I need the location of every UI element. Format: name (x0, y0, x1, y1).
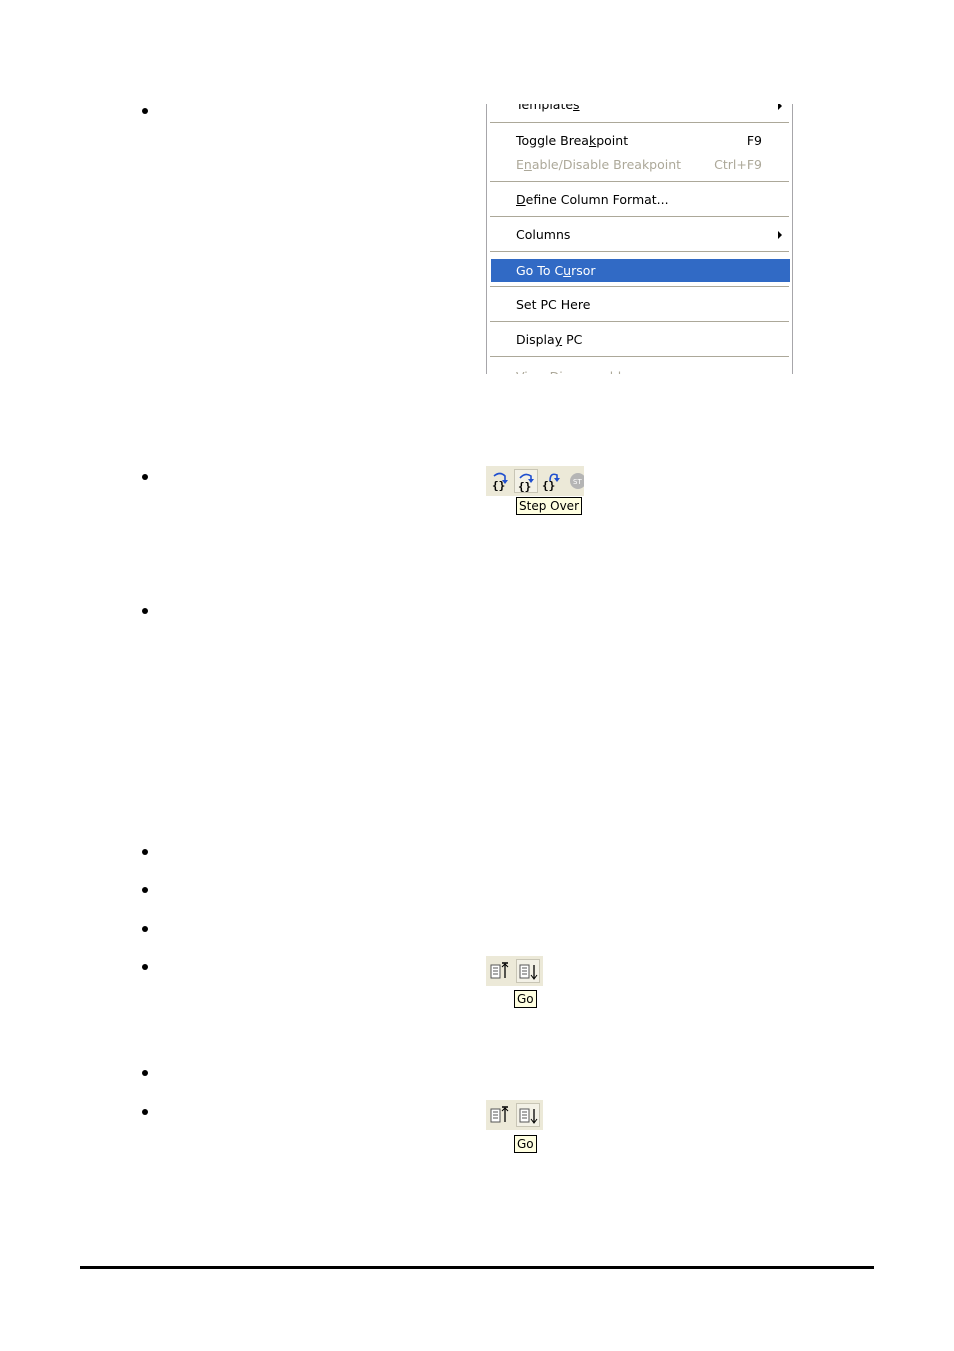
step-into-button[interactable]: {} (488, 469, 512, 493)
context-menu: Templates Toggle Breakpoint F9 Enable/Di… (486, 104, 793, 374)
menu-separator (490, 321, 789, 322)
menu-separator (490, 181, 789, 182)
step-out-icon: {} (542, 473, 560, 491)
tooltip: Go (514, 990, 537, 1008)
bullet (142, 474, 148, 480)
bullet (142, 926, 148, 932)
bullet (142, 108, 148, 114)
go-to-top-icon (490, 962, 509, 979)
step-over-icon: {} (518, 473, 534, 492)
menu-item-columns[interactable]: Columns (487, 224, 792, 246)
menu-separator (490, 216, 789, 217)
stop-icon: ST (570, 473, 584, 489)
shortcut-label: F9 (746, 133, 762, 148)
step-out-button[interactable]: {} (540, 469, 564, 493)
go-toolbar (486, 1100, 543, 1130)
bullet (142, 608, 148, 614)
menu-item-view-disassembly: View Disassembly (487, 366, 792, 374)
menu-separator (490, 356, 789, 357)
menu-item-templates[interactable]: Templates (487, 104, 792, 116)
bullet (142, 1070, 148, 1076)
menu-item-enable-disable-breakpoint: Enable/Disable Breakpoint Ctrl+F9 (487, 154, 792, 176)
menu-separator (490, 122, 789, 123)
menu-item-define-column-format[interactable]: Define Column Format... (487, 189, 792, 211)
go-button[interactable] (516, 1103, 540, 1127)
footer-rule (80, 1266, 874, 1269)
stop-button[interactable]: ST (566, 469, 584, 493)
step-toolbar: {} {} {} ST (486, 466, 584, 496)
step-into-icon: {} (492, 472, 508, 491)
menu-separator (490, 286, 789, 287)
svg-text:{}: {} (492, 479, 505, 491)
bullet (142, 1109, 148, 1115)
submenu-arrow-icon (778, 231, 782, 239)
menu-item-display-pc[interactable]: Display PC (487, 329, 792, 351)
tooltip: Step Over (516, 497, 582, 515)
go-to-top-button[interactable] (488, 959, 512, 983)
go-to-top-button[interactable] (488, 1103, 512, 1127)
svg-text:ST: ST (573, 478, 582, 486)
bullet (142, 887, 148, 893)
step-over-button[interactable]: {} (514, 469, 538, 493)
bullet (142, 849, 148, 855)
go-icon (519, 964, 538, 980)
menu-item-set-pc-here[interactable]: Set PC Here (487, 294, 792, 316)
go-to-top-icon (490, 1106, 509, 1123)
shortcut-label: Ctrl+F9 (714, 157, 762, 172)
go-icon (519, 1108, 538, 1124)
menu-separator (490, 251, 789, 252)
go-button[interactable] (516, 959, 540, 983)
menu-item-toggle-breakpoint[interactable]: Toggle Breakpoint F9 (487, 130, 792, 152)
svg-text:{}: {} (518, 480, 531, 492)
svg-text:{}: {} (542, 479, 555, 491)
menu-item-go-to-cursor[interactable]: Go To Cursor (491, 259, 790, 282)
bullet (142, 964, 148, 970)
submenu-arrow-icon (778, 104, 782, 110)
tooltip: Go (514, 1135, 537, 1153)
go-toolbar (486, 956, 543, 986)
